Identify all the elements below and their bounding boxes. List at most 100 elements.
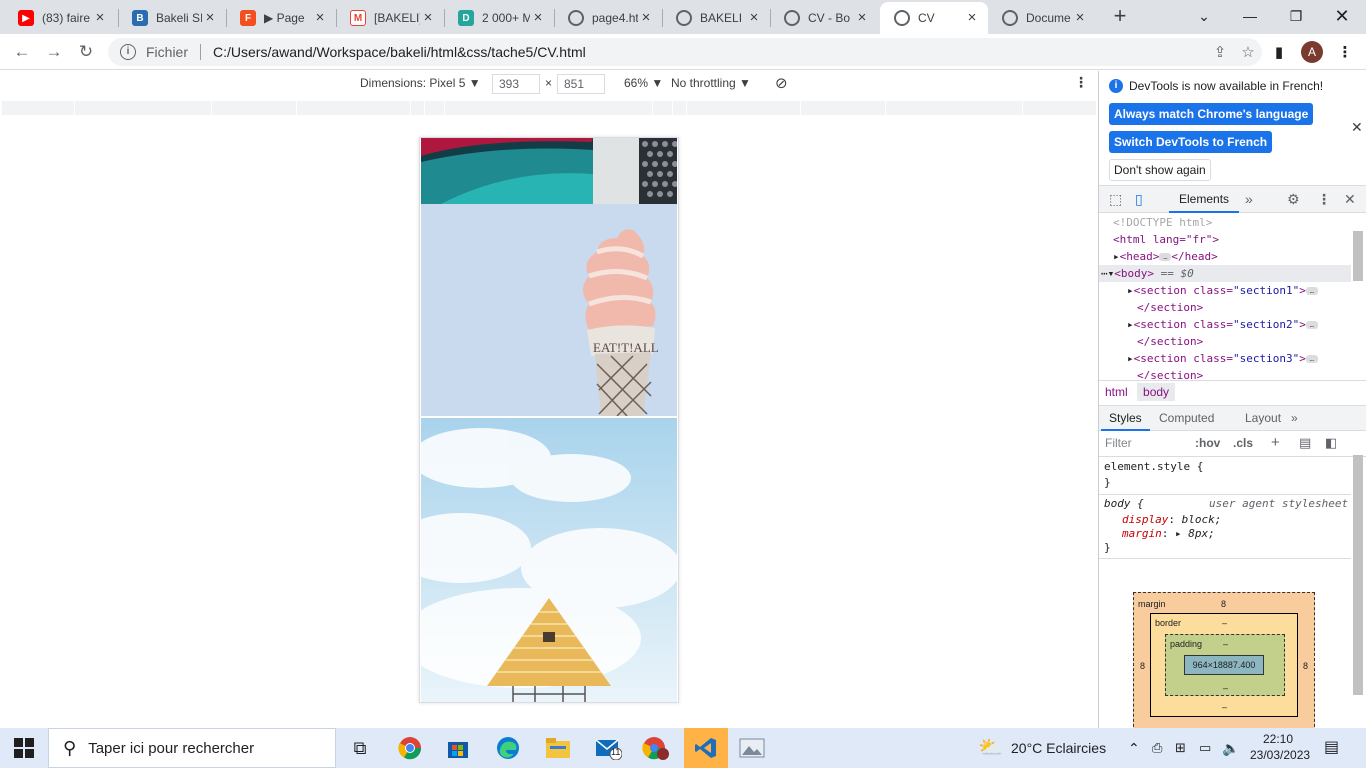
edge-icon[interactable] [488,732,528,764]
close-tab-icon[interactable]: × [854,10,870,26]
ellipsis-icon[interactable]: … [1305,355,1318,363]
clock[interactable]: 22:10 23/03/2023 [1250,731,1310,763]
margin-right-value[interactable]: 8 [1303,661,1308,671]
menu-icon[interactable]: ⋮ [1334,42,1356,64]
weather-icon[interactable]: ⛅ [978,728,1003,768]
media-query-bar[interactable] [2,101,1096,115]
zoom-select[interactable]: 66% ▼ [624,76,663,90]
device-more-icon[interactable]: ⋮ [1074,74,1088,91]
tab-elements[interactable]: Elements [1169,186,1240,213]
new-rule-icon[interactable]: + [1271,434,1280,451]
tab-document[interactable]: Docume × [988,2,1096,34]
battery-icon[interactable]: ▭ [1199,728,1211,768]
dom-section3[interactable]: ▸<section class="section3">… [1099,350,1351,367]
body-rule-selector[interactable]: body { [1104,497,1144,511]
device-height-input[interactable]: 851 [557,74,605,94]
tab-figma[interactable]: F ▶ Page × [226,2,336,34]
tab-2000[interactable]: D 2 000+ M × [444,2,554,34]
new-tab-button[interactable]: + [1108,5,1132,29]
paint-icon[interactable]: ▤ [1299,435,1311,451]
more-panels-icon[interactable]: » [1283,406,1306,431]
tab-page4[interactable]: page4.ht × [554,2,662,34]
notifications-icon[interactable]: ▤ [1324,728,1339,768]
element-style-rule[interactable]: element.style { [1104,460,1203,474]
network-icon[interactable]: ⊞ [1175,728,1186,768]
close-tab-icon[interactable]: × [746,10,762,26]
close-tab-icon[interactable]: × [530,10,546,26]
share-icon[interactable]: ⇪ [1206,43,1234,61]
tab-bakeli-si[interactable]: B Bakeli SI × [118,2,226,34]
start-button[interactable] [14,738,34,761]
border-bottom-value[interactable]: – [1222,702,1227,712]
taskbar-search[interactable]: ⚲ Taper ici pour rechercher [48,728,336,768]
close-devtools-icon[interactable]: ✕ [1344,191,1356,208]
dom-body[interactable]: ⋯▾<body> == $0 [1099,265,1351,282]
dom-head[interactable]: ▸<head>… </head> [1099,248,1351,265]
padding-top-value[interactable]: – [1223,639,1228,649]
side-panel-icon[interactable]: ▮ [1268,42,1290,64]
close-tab-icon[interactable]: × [312,10,328,26]
match-language-button[interactable]: Always match Chrome's language [1109,103,1314,125]
vscode-icon[interactable] [684,728,728,768]
ellipsis-icon[interactable]: … [1159,253,1172,261]
tab-layout[interactable]: Layout [1237,406,1289,431]
close-tab-icon[interactable]: × [92,10,108,26]
volume-icon[interactable]: 🔈 [1222,728,1239,768]
padding-bottom-value[interactable]: – [1223,683,1228,693]
tab-cv[interactable]: CV × [880,2,988,34]
customize-menu-icon[interactable]: ⋮ [1317,191,1331,208]
ellipsis-icon[interactable]: … [1305,321,1318,329]
ellipsis-icon[interactable]: … [1305,287,1318,295]
weather-text[interactable]: 20°C Eclaircies [1011,728,1106,768]
device-toggle-icon[interactable]: ▯ [1135,191,1143,208]
dom-scrollbar[interactable] [1353,221,1363,381]
info-icon[interactable]: i [120,44,136,60]
close-tab-icon[interactable]: × [638,10,654,26]
chrome-icon[interactable] [390,732,430,764]
tab-gmail[interactable]: M [BAKELI] × [336,2,444,34]
cls-toggle[interactable]: .cls [1233,436,1253,450]
margin-left-value[interactable]: 8 [1140,661,1145,671]
settings-gear-icon[interactable]: ⚙ [1287,191,1300,208]
sidebar-toggle-icon[interactable]: ◧ [1325,435,1337,451]
device-icon[interactable]: ⎙ [1152,728,1162,768]
avatar[interactable]: A [1301,41,1323,63]
filter-input[interactable]: Filter [1105,436,1132,450]
throttling-select[interactable]: No throttling ▼ [671,76,751,90]
maximize-button[interactable]: ❐ [1276,4,1316,28]
tab-search-icon[interactable]: ⌄ [1184,4,1224,28]
margin-declaration[interactable]: margin: ▸ 8px; [1122,527,1215,541]
tab-youtube[interactable]: ▶ (83) faire × [4,2,116,34]
tab-cv-bo[interactable]: CV - Bo × [770,2,878,34]
task-view-icon[interactable]: ⧉ [340,732,380,764]
forward-button[interactable]: → [42,40,66,64]
file-explorer-icon[interactable] [538,732,578,764]
show-hidden-icons-icon[interactable]: ⌃ [1128,728,1140,768]
dom-section1[interactable]: ▸<section class="section1">… [1099,282,1351,299]
display-declaration[interactable]: display: block; [1122,513,1221,527]
reload-button[interactable]: ↻ [74,40,98,64]
dom-html[interactable]: <html lang="fr"> [1099,231,1351,248]
margin-top-value[interactable]: 8 [1221,599,1226,609]
tab-bakeli[interactable]: BAKELI × [662,2,770,34]
minimize-button[interactable]: — [1230,4,1270,28]
dont-show-again-button[interactable]: Don't show again [1109,159,1211,181]
dimensions-select[interactable]: Dimensions: Pixel 5 ▼ [360,76,481,90]
border-top-value[interactable]: – [1222,618,1227,628]
close-tab-icon[interactable]: × [964,10,980,26]
close-tab-icon[interactable]: × [202,10,218,26]
tab-computed[interactable]: Computed [1151,406,1222,431]
more-tabs-icon[interactable]: » [1245,191,1253,207]
close-window-button[interactable]: ✕ [1322,4,1362,28]
close-notice-icon[interactable]: ✕ [1351,119,1363,136]
store-icon[interactable] [438,732,478,764]
content-size[interactable]: 964×18887.400 [1184,655,1264,675]
mail-icon[interactable]: 11 [588,732,628,764]
crumb-body[interactable]: body [1137,383,1176,401]
crumb-html[interactable]: html [1099,383,1134,401]
close-tab-icon[interactable]: × [1072,10,1088,26]
bookmark-star-icon[interactable]: ☆ [1234,43,1262,61]
switch-french-button[interactable]: Switch DevTools to French [1109,131,1273,153]
hov-toggle[interactable]: :hov [1195,436,1220,450]
close-tab-icon[interactable]: × [420,10,436,26]
